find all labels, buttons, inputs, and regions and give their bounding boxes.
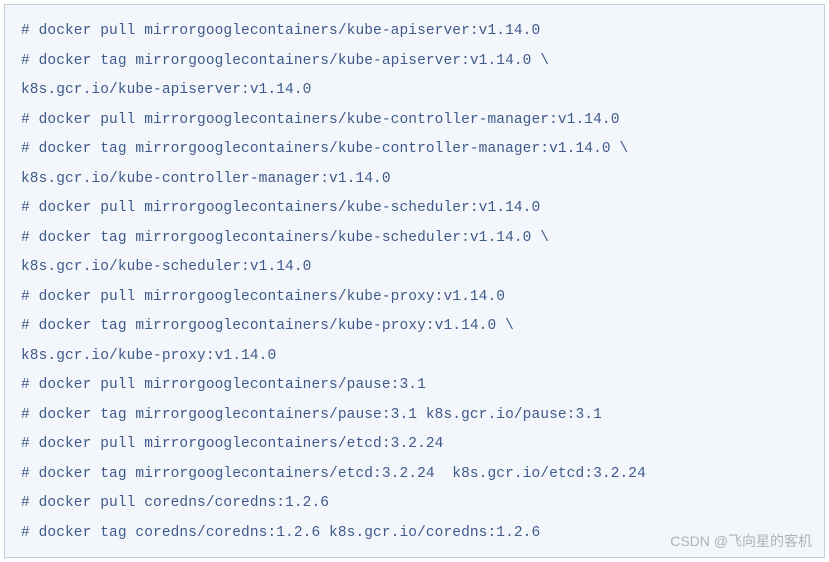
code-line: # docker tag mirrorgooglecontainers/kube… [21,312,808,342]
code-line: k8s.gcr.io/kube-proxy:v1.14.0 [21,342,808,372]
code-block: # docker pull mirrorgooglecontainers/kub… [4,4,825,558]
code-line: # docker pull mirrorgooglecontainers/kub… [21,194,808,224]
code-line: k8s.gcr.io/kube-scheduler:v1.14.0 [21,253,808,283]
code-line: # docker tag mirrorgooglecontainers/kube… [21,224,808,254]
code-line: # docker pull mirrorgooglecontainers/etc… [21,430,808,460]
code-line: # docker tag mirrorgooglecontainers/kube… [21,47,808,77]
code-line: # docker pull mirrorgooglecontainers/kub… [21,17,808,47]
code-line: # docker tag mirrorgooglecontainers/kube… [21,135,808,165]
code-line: # docker tag coredns/coredns:1.2.6 k8s.g… [21,519,808,549]
code-line: # docker pull mirrorgooglecontainers/pau… [21,371,808,401]
code-line: k8s.gcr.io/kube-apiserver:v1.14.0 [21,76,808,106]
code-line: # docker tag mirrorgooglecontainers/etcd… [21,460,808,490]
code-line: # docker pull mirrorgooglecontainers/kub… [21,106,808,136]
code-line: k8s.gcr.io/kube-controller-manager:v1.14… [21,165,808,195]
code-line: # docker tag mirrorgooglecontainers/paus… [21,401,808,431]
code-line: # docker pull mirrorgooglecontainers/kub… [21,283,808,313]
code-line: # docker pull coredns/coredns:1.2.6 [21,489,808,519]
